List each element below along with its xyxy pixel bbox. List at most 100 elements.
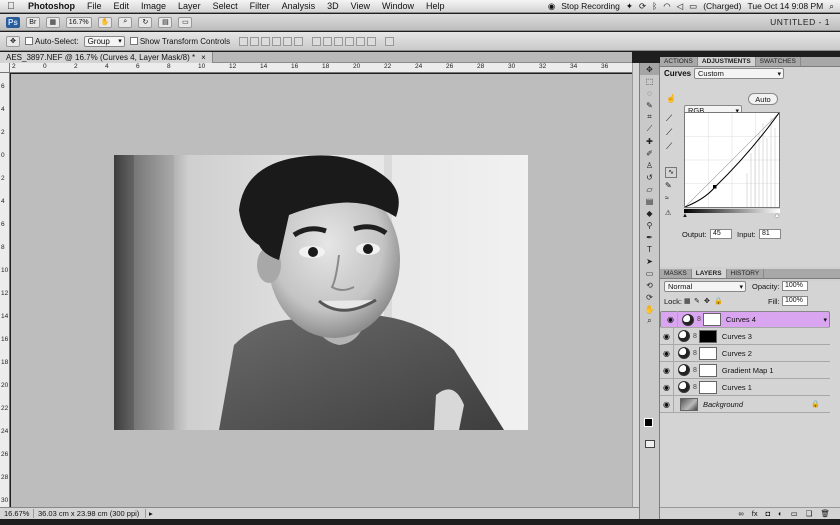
dropbox-icon[interactable]: ✦	[626, 1, 633, 12]
menu-file[interactable]: File	[81, 1, 108, 11]
crop-tool-icon[interactable]: ⌗	[640, 111, 659, 123]
input-field[interactable]: 81	[759, 229, 781, 239]
menu-app-name[interactable]: Photoshop	[22, 1, 81, 11]
white-point-slider[interactable]: ▲	[774, 213, 780, 219]
bluetooth-icon[interactable]: ᛒ	[652, 1, 657, 11]
eyedropper-white-icon[interactable]: ⟋	[666, 141, 672, 152]
align-left-icon[interactable]	[272, 36, 282, 46]
sync-icon[interactable]: ⟳	[639, 1, 646, 12]
menu-help[interactable]: Help	[420, 1, 451, 11]
output-field[interactable]: 45	[710, 229, 732, 239]
menu-layer[interactable]: Layer	[172, 1, 207, 11]
tab-layers[interactable]: LAYERS	[691, 269, 727, 278]
workspace-title[interactable]: UNTITLED - 1	[770, 17, 830, 27]
eyedropper-black-icon[interactable]: ⟋	[666, 113, 672, 124]
lock-position-icon[interactable]: ✥	[704, 297, 710, 305]
link-icon[interactable]: 8	[693, 384, 697, 391]
layer-row-curves-1[interactable]: ◉ 8 Curves 1	[660, 378, 830, 396]
eye-icon[interactable]: ◉	[660, 327, 674, 345]
spotlight-icon[interactable]: ⌕	[829, 1, 834, 12]
layer-row-background[interactable]: ◉ Background 🔒	[660, 395, 830, 413]
blend-mode-dropdown[interactable]: Normal	[664, 281, 746, 292]
zoom-level-select[interactable]: 16.7%	[65, 16, 92, 28]
add-mask-icon[interactable]: ◘	[766, 509, 771, 518]
pen-tool-icon[interactable]: ✒	[640, 231, 659, 243]
blur-tool-icon[interactable]: ◆	[640, 207, 659, 219]
zoom-tool-button[interactable]: ⌕	[118, 16, 133, 28]
foreground-color-swatch[interactable]	[644, 418, 653, 427]
align-hcenter-icon[interactable]	[283, 36, 293, 46]
history-brush-tool-icon[interactable]: ↺	[640, 171, 659, 183]
layer-name[interactable]: Curves 3	[722, 332, 752, 341]
eye-icon[interactable]: ◉	[660, 378, 674, 396]
horizontal-ruler[interactable]: 202468101214161820222426283032343638	[10, 63, 632, 73]
pencil-draw-icon[interactable]: ✎	[665, 181, 672, 190]
layer-name[interactable]: Curves 4	[726, 315, 756, 324]
menu-3d[interactable]: 3D	[321, 1, 345, 11]
hand-adjust-icon[interactable]: ☝	[666, 94, 676, 103]
distribute-bottom-icon[interactable]	[334, 36, 344, 46]
dodge-tool-icon[interactable]: ⚲	[640, 219, 659, 231]
hand-tool-button[interactable]: ✋	[97, 16, 113, 28]
ruler-origin[interactable]	[0, 63, 10, 73]
clone-stamp-tool-icon[interactable]: ♙	[640, 159, 659, 171]
eye-icon[interactable]: ◉	[660, 344, 674, 362]
layer-row-curves-2[interactable]: ◉ 8 Curves 2	[660, 344, 830, 362]
menu-select[interactable]: Select	[207, 1, 244, 11]
trash-icon[interactable]: 🗑	[820, 509, 830, 518]
path-select-tool-icon[interactable]: ➤	[640, 255, 659, 267]
clipping-icon[interactable]: ⚠	[665, 209, 671, 217]
wifi-icon[interactable]: ◠	[663, 1, 670, 12]
gradient-tool-icon[interactable]: ▤	[640, 195, 659, 207]
eye-icon[interactable]: ◉	[660, 361, 674, 379]
fill-field[interactable]: 100%	[782, 296, 808, 306]
align-vcenter-icon[interactable]	[250, 36, 260, 46]
menu-window[interactable]: Window	[376, 1, 420, 11]
menu-image[interactable]: Image	[135, 1, 172, 11]
layer-mask-thumbnail[interactable]	[702, 313, 721, 326]
menu-analysis[interactable]: Analysis	[276, 1, 322, 11]
align-top-icon[interactable]	[239, 36, 249, 46]
stop-recording-label[interactable]: Stop Recording	[561, 1, 620, 11]
smooth-icon[interactable]: ≈	[665, 195, 669, 202]
close-icon[interactable]: ×	[201, 53, 206, 62]
status-menu-arrow-icon[interactable]: ▸	[146, 509, 153, 518]
align-right-icon[interactable]	[294, 36, 304, 46]
eyedropper-tool-icon[interactable]: ⟋	[640, 123, 659, 135]
document-image[interactable]	[114, 155, 528, 430]
rotate-view-button[interactable]: ↻	[138, 16, 153, 28]
layer-row-curves-4[interactable]: ◉ 8 Curves 4	[660, 311, 830, 328]
document-tab[interactable]: AES_3897.NEF @ 16.7% (Curves 4, Layer Ma…	[0, 52, 213, 63]
lasso-tool-icon[interactable]: ◌	[640, 87, 659, 99]
black-point-slider[interactable]: ▲	[682, 213, 688, 219]
3d-rotate-tool-icon[interactable]: ⟲	[640, 279, 659, 291]
auto-button[interactable]: Auto	[748, 93, 778, 105]
distribute-hcenter-icon[interactable]	[356, 36, 366, 46]
layer-mask-thumbnail[interactable]	[698, 363, 717, 377]
background-thumbnail[interactable]	[680, 397, 698, 411]
layer-mask-thumbnail[interactable]	[698, 346, 717, 360]
hand-tool-icon[interactable]: ✋	[640, 303, 659, 315]
layer-name[interactable]: Curves 2	[722, 349, 752, 358]
align-bottom-icon[interactable]	[261, 36, 271, 46]
bridge-button[interactable]: Br	[25, 16, 40, 28]
link-icon[interactable]: 8	[693, 350, 697, 357]
layer-name[interactable]: Gradient Map 1	[722, 366, 774, 375]
3d-camera-tool-icon[interactable]: ⟳	[640, 291, 659, 303]
vertical-ruler[interactable]: 6 4 2 0 2 4 6 8 10 12 14 16 18 20 22 24 26 28 30	[0, 73, 10, 507]
record-icon[interactable]: ◉	[548, 1, 555, 12]
distribute-vcenter-icon[interactable]	[323, 36, 333, 46]
quick-select-tool-icon[interactable]: ✎	[640, 99, 659, 111]
marquee-tool-icon[interactable]: ⬚	[640, 75, 659, 87]
layer-name[interactable]: Background	[703, 400, 743, 409]
opacity-field[interactable]: 100%	[782, 281, 808, 291]
view-extras-button[interactable]: ▦	[45, 16, 60, 28]
fx-icon[interactable]: fx	[752, 509, 758, 518]
move-tool-icon[interactable]: ✥	[640, 63, 659, 75]
distribute-right-icon[interactable]	[367, 36, 377, 46]
tab-adjustments[interactable]: ADJUSTMENTS	[697, 57, 756, 66]
menubar-clock[interactable]: Tue Oct 14 9:08 PM	[747, 1, 823, 11]
vertical-scrollbar[interactable]	[632, 63, 639, 507]
shape-tool-icon[interactable]: ▭	[640, 267, 659, 279]
volume-icon[interactable]: ◁	[677, 1, 684, 12]
